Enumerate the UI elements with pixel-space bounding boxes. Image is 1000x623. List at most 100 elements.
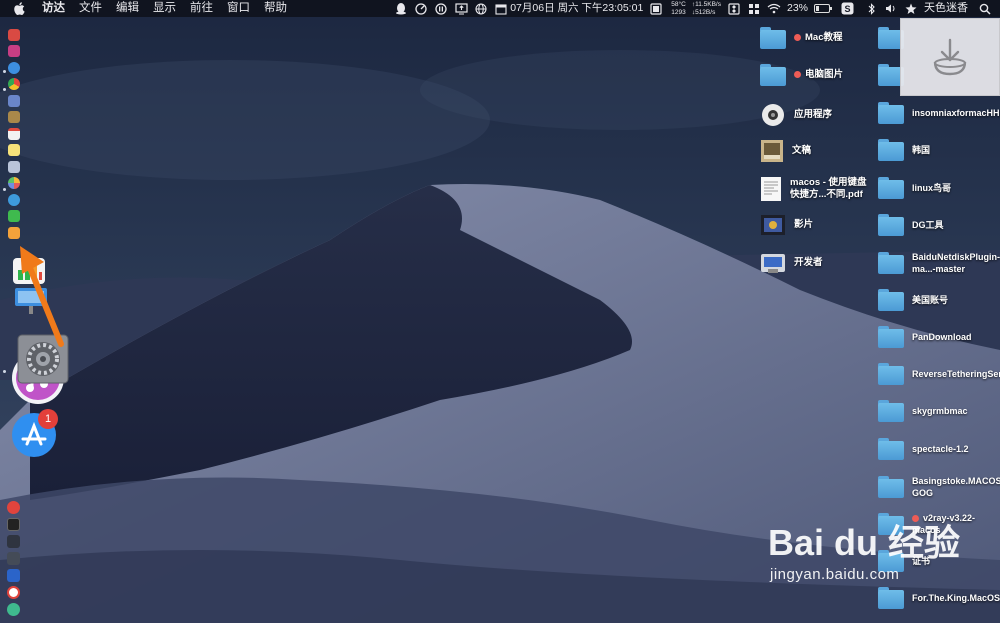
dock-app-icon[interactable] (8, 94, 20, 107)
qq-icon[interactable] (394, 2, 408, 16)
red-tag-icon (794, 71, 801, 79)
desktop-item[interactable]: DG工具 (878, 213, 992, 236)
dock-app-icon[interactable] (7, 535, 20, 548)
sensor-readout[interactable]: 58°C 1293 (671, 1, 686, 16)
desktop-item[interactable]: spectacle-1.2 (878, 437, 992, 460)
cpu-temp: 58°C (671, 1, 686, 8)
folder-icon (878, 252, 904, 275)
menu-window[interactable]: 窗口 (227, 0, 250, 17)
star-icon[interactable] (904, 2, 918, 16)
folder-icon (878, 139, 904, 162)
datetime[interactable]: 07月06日 周六 下午23:05:01 (494, 0, 643, 17)
desktop-item-label: PanDownload (912, 331, 972, 342)
desktop-item[interactable]: Mac教程 (760, 27, 876, 49)
dock-app-icon[interactable] (8, 28, 20, 41)
desktop-item-label: skygrmbmac (912, 406, 968, 417)
search-icon[interactable] (978, 2, 992, 16)
terminal-icon[interactable] (7, 518, 20, 531)
menu-app-name[interactable]: 访达 (42, 0, 65, 17)
folder-icon (878, 176, 904, 199)
desktop-item[interactable]: 韩国 (878, 139, 992, 162)
vivaldi-icon[interactable] (7, 501, 20, 514)
movies-icon (761, 214, 785, 235)
running-indicator (3, 370, 6, 373)
grid-icon[interactable] (747, 2, 761, 16)
folder-icon (878, 213, 904, 236)
net-up: ↑11.5KB/s (691, 1, 721, 8)
desktop-item[interactable]: BaiduNetdiskPlugin-ma...-master (878, 251, 1000, 275)
volume-icon[interactable] (884, 2, 898, 16)
screen-upload-icon[interactable] (454, 2, 468, 16)
desktop-item[interactable]: 美国账号 (878, 288, 992, 311)
dock-app-icon[interactable] (8, 111, 20, 123)
dock-app-icon[interactable] (7, 603, 20, 616)
creative-cloud-icon[interactable] (727, 2, 741, 16)
folder-icon (878, 400, 904, 423)
desktop-item[interactable]: macos - 使用键盘快捷方...不同.pdf (760, 176, 872, 202)
folder-icon (760, 27, 786, 49)
chrome-icon[interactable] (8, 78, 20, 90)
desktop-item-label: spectacle-1.2 (912, 443, 969, 454)
wifi-icon[interactable] (767, 2, 781, 16)
username[interactable]: 天色迷香 (924, 0, 968, 17)
status-area: 07月06日 周六 下午23:05:01 58°C 1293 ↑11.5KB/s… (394, 0, 992, 17)
wechat-icon[interactable] (8, 210, 20, 222)
menu-go[interactable]: 前往 (190, 0, 213, 17)
screen-capture-icon[interactable] (649, 2, 663, 16)
desktop-item-label: 韩国 (912, 145, 931, 156)
input-method-icon[interactable]: S (840, 2, 854, 16)
desktop-item[interactable]: PanDownload (878, 325, 992, 348)
dock-app-icon[interactable] (7, 552, 20, 565)
photos-icon[interactable] (8, 177, 20, 189)
pages-icon[interactable] (8, 226, 20, 239)
notes-icon[interactable] (8, 144, 20, 156)
speed-gauge-icon[interactable] (414, 2, 428, 16)
desktop-item[interactable]: Basingstoke.MACOSX-GOG (878, 475, 1000, 499)
desktop-item-label: Mac教程 (794, 32, 876, 44)
desktop-item[interactable]: For.The.King.MacOS...iVATED (878, 586, 1000, 609)
running-indicator (3, 188, 6, 191)
yandex-icon[interactable] (7, 586, 20, 599)
app-store-badge: 1 (38, 409, 58, 429)
desktop-item[interactable]: 影片 (760, 214, 876, 236)
applications-drive-icon (762, 103, 784, 126)
download-icon (933, 38, 967, 76)
dock-app-icon[interactable] (8, 45, 20, 57)
preview-icon[interactable] (8, 160, 20, 173)
calendar-app-icon[interactable] (8, 127, 20, 140)
download-button[interactable] (900, 18, 1000, 96)
folder-icon (878, 586, 904, 609)
red-tag-icon (794, 33, 801, 41)
menu-help[interactable]: 帮助 (264, 0, 287, 17)
desktop-item[interactable]: 电脑图片 (760, 64, 876, 87)
desktop-item-label: Basingstoke.MACOSX-GOG (912, 476, 1000, 498)
desktop-item-label: For.The.King.MacOS...iVATED (912, 592, 1000, 603)
folder-icon (878, 102, 904, 124)
pause-icon[interactable] (434, 2, 448, 16)
battery-percent[interactable]: 23% (787, 0, 808, 17)
globe-icon[interactable] (474, 2, 488, 16)
desktop-item[interactable]: insomniaxformacHHB_jb51 (878, 102, 1000, 124)
desktop-item[interactable]: linux鸟哥 (878, 176, 992, 199)
desktop-item[interactable]: skygrmbmac (878, 400, 992, 423)
menu-edit[interactable]: 编辑 (116, 0, 139, 17)
desktop-item-label: 文稿 (792, 144, 812, 156)
menu-view[interactable]: 显示 (153, 0, 176, 17)
safari-icon[interactable] (8, 61, 20, 74)
vpn-icon[interactable] (7, 569, 20, 582)
battery-icon[interactable] (814, 4, 832, 13)
desktop-item[interactable]: ReverseTetheringServer_1.2.0 (878, 363, 1000, 386)
desktop-item[interactable]: 开发者 (760, 251, 876, 275)
desktop-item[interactable]: 文稿 (760, 139, 874, 163)
desktop-item-label: 电脑图片 (794, 69, 876, 81)
dock-app-icon[interactable] (8, 193, 20, 206)
watermark-logo: Bai du 经验 (768, 522, 961, 563)
network-speed[interactable]: ↑11.5KB/s ↓512B/s (692, 1, 721, 16)
desktop-item-label: 开发者 (794, 256, 823, 268)
watermark-url: jingyan.baidu.com (770, 566, 900, 583)
menu-file[interactable]: 文件 (79, 0, 102, 17)
desktop-item[interactable]: 应用程序 (760, 102, 876, 128)
bluetooth-icon[interactable] (864, 2, 878, 16)
baidu-jingyan-watermark: Bai du 经验 jingyan.baidu.com (768, 514, 960, 583)
apple-menu-icon[interactable] (14, 0, 30, 17)
